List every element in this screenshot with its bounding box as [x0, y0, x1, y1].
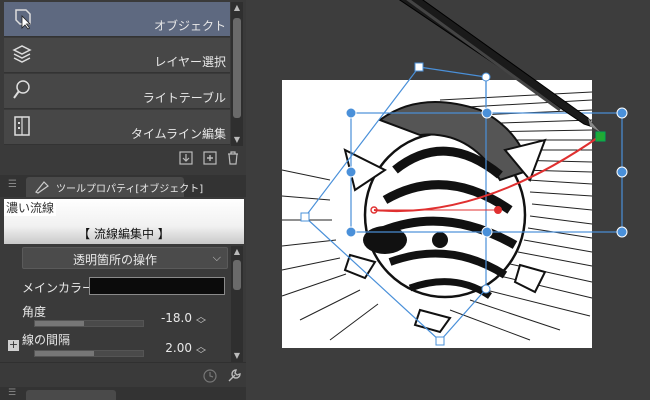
preview-name: 濃い流線	[4, 199, 57, 216]
timeline-edit-icon	[14, 116, 30, 136]
object-select-icon	[15, 9, 31, 30]
layer-select-icon	[12, 45, 32, 63]
scroll-down-icon[interactable]: ▼	[231, 350, 243, 362]
dropdown-value: 透明箇所の操作	[73, 253, 158, 267]
scroll-down-icon[interactable]: ▼	[231, 134, 243, 146]
main-color-swatch[interactable]	[89, 277, 225, 295]
tool-item-light-table[interactable]: ライトテーブル	[4, 74, 230, 109]
angle-slider[interactable]	[34, 320, 144, 327]
tool-item-label: ライトテーブル	[142, 91, 226, 105]
tab-label: ツールプロパティ[オブジェクト]	[56, 184, 204, 195]
import-icon[interactable]	[178, 150, 194, 166]
canvas-area[interactable]	[246, 0, 650, 400]
tool-item-label: オブジェクト	[153, 19, 226, 33]
spacing-value[interactable]: 2.00	[152, 341, 192, 355]
tool-item-object[interactable]: オブジェクト	[4, 2, 230, 37]
angle-label: 角度	[22, 305, 47, 319]
spacing-label: 線の間隔	[22, 333, 71, 347]
tool-item-timeline-edit[interactable]: タイムライン編集	[4, 110, 230, 145]
menu-icon[interactable]: ☰	[8, 388, 16, 398]
anchor-point	[595, 131, 606, 142]
add-icon[interactable]	[202, 150, 218, 166]
tool-list-scrollbar[interactable]: ▲ ▼	[231, 2, 243, 146]
chevron-down-icon: ⌵	[212, 251, 221, 264]
scroll-up-icon[interactable]: ▲	[231, 2, 243, 14]
tool-panel: オブジェクト レイヤー選択 ライトテーブル タイムライン編集 ▲ ▼ ☰ ツール…	[0, 0, 246, 400]
spacing-spinner-down-icon[interactable]: ﹀	[196, 346, 206, 361]
expand-icon[interactable]: +	[8, 339, 19, 351]
pen-nib-icon	[35, 181, 49, 194]
trash-icon[interactable]	[225, 150, 241, 166]
preview-status: 【 流線編集中 】	[78, 227, 170, 241]
scroll-thumb[interactable]	[233, 18, 241, 118]
menu-icon[interactable]: ☰	[8, 179, 17, 190]
tool-item-label: レイヤー選択	[154, 55, 226, 69]
tab-tool-property[interactable]: ツールプロパティ[オブジェクト]	[26, 177, 203, 197]
tab-next[interactable]	[26, 390, 116, 400]
light-table-icon	[13, 80, 30, 99]
tool-item-label: タイムライン編集	[130, 127, 226, 141]
spacing-slider[interactable]	[34, 350, 144, 357]
clock-icon[interactable]	[202, 368, 218, 384]
scroll-thumb[interactable]	[233, 260, 241, 290]
property-scrollbar[interactable]: ▲ ▼	[231, 246, 243, 362]
canvas-drawing[interactable]	[246, 0, 650, 400]
wrench-icon[interactable]	[226, 368, 242, 384]
brush-preview: 濃い流線 【 流線編集中 】	[4, 199, 244, 244]
main-color-label: メインカラー	[22, 281, 95, 295]
next-panel-header: ☰	[0, 387, 246, 400]
tool-list-footer	[0, 146, 246, 170]
property-footer	[0, 362, 246, 387]
tool-item-layer-select[interactable]: レイヤー選択	[4, 38, 230, 73]
angle-value[interactable]: -18.0	[152, 311, 192, 325]
spacing-slider-fill	[35, 351, 95, 356]
scroll-up-icon[interactable]: ▲	[231, 246, 243, 258]
angle-spinner-down-icon[interactable]: ﹀	[196, 316, 206, 331]
angle-slider-fill	[35, 321, 84, 326]
transparency-dropdown[interactable]: 透明箇所の操作 ⌵	[22, 247, 228, 269]
